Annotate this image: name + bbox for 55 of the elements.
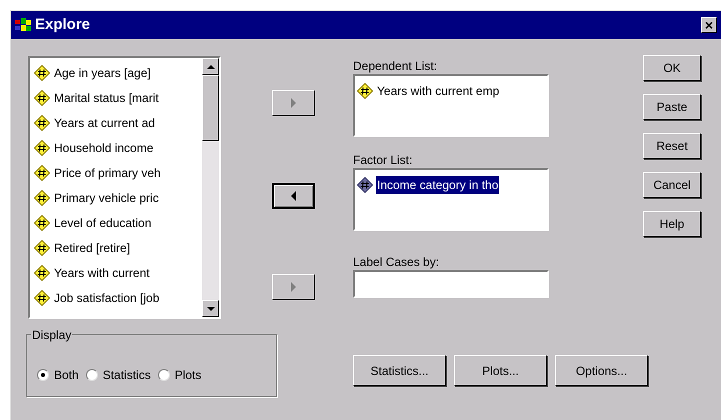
scale-variable-icon — [357, 176, 373, 192]
dialog-button[interactable]: Options... — [555, 355, 648, 386]
factor-list-label: Factor List: — [353, 152, 414, 168]
scrollbar[interactable] — [202, 58, 219, 317]
dialog-button[interactable]: Paste — [643, 94, 701, 120]
label-cases-label: Label Cases by: — [353, 254, 440, 270]
variable-item[interactable]: Job satisfaction [job — [53, 288, 160, 306]
label-cases-field[interactable] — [353, 270, 549, 298]
dependent-list-label: Dependent List: — [353, 58, 438, 74]
app-icon — [15, 18, 31, 32]
up-arrow-icon — [206, 64, 214, 68]
radio-button[interactable] — [86, 369, 98, 381]
dialog-button[interactable]: Statistics... — [353, 355, 446, 386]
variable-item[interactable]: Household income — [53, 138, 154, 156]
dialog-button[interactable]: Help — [643, 211, 701, 237]
scale-variable-icon — [34, 264, 50, 280]
variable-item[interactable]: Age in years [age] — [53, 64, 152, 82]
scroll-down-button[interactable] — [202, 300, 219, 317]
variable-item[interactable]: Retired [retire] — [53, 238, 132, 256]
scroll-thumb[interactable] — [202, 75, 219, 141]
scale-variable-icon — [357, 82, 373, 98]
variable-item[interactable]: Level of education — [53, 214, 152, 232]
scale-variable-icon — [34, 290, 50, 306]
scroll-up-button[interactable] — [202, 58, 219, 75]
variable-item[interactable]: Years with current — [53, 264, 151, 282]
scale-variable-icon — [34, 140, 50, 156]
variable-item[interactable]: Price of primary veh — [53, 164, 162, 182]
dialog-button[interactable]: OK — [643, 55, 701, 81]
scale-variable-icon — [34, 114, 50, 130]
variable-item[interactable]: Years at current ad — [53, 114, 156, 132]
radio-label: Both — [54, 367, 79, 384]
dependent-variable-item[interactable]: Years with current emp — [376, 82, 500, 100]
radio-button[interactable] — [37, 369, 49, 381]
dialog-button[interactable]: Plots... — [454, 355, 547, 386]
arrow-button[interactable] — [272, 183, 314, 209]
scale-variable-icon — [34, 64, 50, 80]
radio-label: Plots — [174, 367, 202, 384]
close-button[interactable]: × — [701, 17, 717, 33]
right-arrow-icon — [290, 98, 296, 108]
radio-label: Statistics — [102, 367, 151, 384]
scale-variable-icon — [34, 190, 50, 206]
radio-button[interactable] — [158, 369, 170, 381]
window-title: Explore — [35, 14, 90, 35]
scale-variable-icon — [34, 214, 50, 230]
variable-item[interactable]: Primary vehicle pric — [53, 188, 160, 206]
scale-variable-icon — [34, 164, 50, 180]
variable-item[interactable]: Marital status [marit — [53, 88, 160, 106]
dialog-button[interactable]: Cancel — [643, 172, 701, 198]
scale-variable-icon — [34, 240, 50, 256]
down-arrow-icon — [206, 306, 214, 310]
factor-variable-item[interactable]: Income category in tho — [376, 176, 500, 194]
left-arrow-icon — [290, 191, 296, 201]
dialog-button[interactable]: Reset — [643, 133, 701, 159]
right-arrow-icon — [290, 282, 296, 292]
scale-variable-icon — [34, 90, 50, 106]
